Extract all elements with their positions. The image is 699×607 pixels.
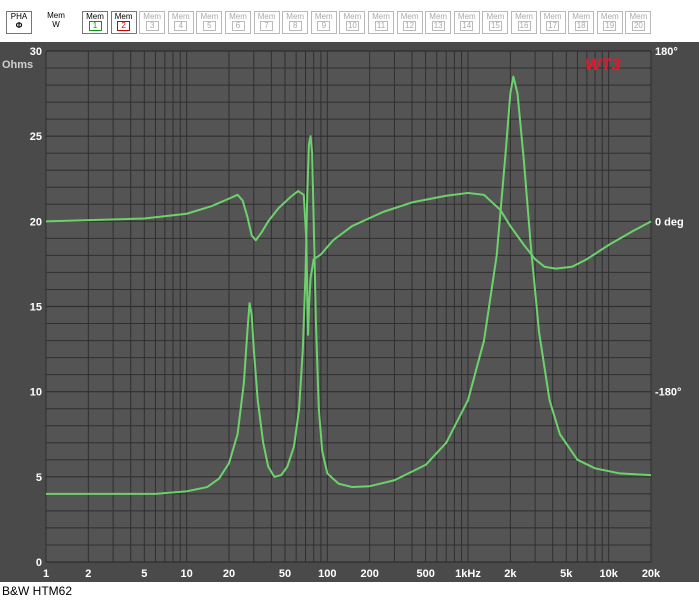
memory-slot-button-9[interactable]: Mem 9 (310, 11, 337, 34)
memory-slot-number: 11 (374, 21, 388, 31)
memory-slot-label: Mem (257, 12, 276, 21)
memory-slot-number: 1 (88, 21, 102, 31)
memory-slot-label: Mem (171, 12, 190, 21)
memory-slot-number: 2 (117, 21, 131, 31)
y-tick-label: 5 (36, 472, 42, 484)
memory-slot-label: Mem (429, 12, 448, 21)
y-tick-label: 15 (30, 302, 42, 314)
memory-slot-label: Mem (543, 12, 562, 21)
memory-slot-button-17[interactable]: Mem 17 (539, 11, 566, 34)
x-tick-label: 1kHz (455, 568, 481, 580)
memory-slot-number: 5 (202, 21, 216, 31)
phase-tick-label: 180° (655, 46, 678, 58)
memory-slot-number: 4 (174, 21, 188, 31)
memory-slot-button-12[interactable]: Mem 12 (396, 11, 423, 34)
phase-tick-label: 0 deg (655, 216, 684, 228)
x-tick-label: 20k (642, 568, 661, 580)
y-tick-label: 20 (30, 216, 42, 228)
memory-slot-number: 20 (631, 21, 645, 31)
y-tick-label: 25 (30, 131, 42, 143)
wt3-logo: WT3 (585, 55, 621, 74)
memory-slot-label: Mem (486, 12, 505, 21)
memory-slot-label: Mem (372, 12, 390, 21)
memory-slot-button-20[interactable]: Mem 20 (625, 11, 652, 34)
y-axis-unit-label: Ohms (2, 59, 33, 71)
memory-slot-number: 8 (288, 21, 302, 31)
memory-slot-button-3[interactable]: Mem 3 (139, 11, 166, 34)
memory-slot-button-4[interactable]: Mem 4 (167, 11, 194, 34)
x-tick-label: 1 (43, 568, 49, 580)
device-caption: B&W HTM62 (2, 584, 73, 598)
memory-slot-button-7[interactable]: Mem 7 (253, 11, 280, 34)
phase-tick-label: -180° (655, 387, 681, 399)
memory-slot-button-11[interactable]: Mem 11 (368, 11, 394, 34)
memory-slot-number: 15 (488, 21, 502, 31)
memory-slot-label: Mem (229, 12, 247, 21)
phi-icon: Φ (15, 21, 23, 30)
impedance-phase-chart: 1 2 5 10 20 50 100 200 500 1kHz 2k 5k 10k 20k05101520… (0, 42, 699, 582)
memory-slot-button-16[interactable]: Mem 16 (511, 11, 537, 34)
memory-slot-label: Mem (143, 12, 162, 21)
memory-slot-label: Mem (286, 12, 305, 21)
phase-button-label: PHA (10, 12, 28, 21)
memory-write-sub: W (52, 20, 60, 29)
y-tick-label: 0 (36, 557, 42, 569)
x-tick-label: 100 (318, 568, 336, 580)
memory-slot-button-15[interactable]: Mem 15 (482, 11, 509, 34)
x-tick-label: 500 (416, 568, 434, 580)
memory-slot-label: Mem (200, 12, 219, 21)
memory-write-label: Mem (47, 11, 65, 20)
memory-slot-button-14[interactable]: Mem 14 (453, 11, 480, 34)
memory-slot-number: 19 (603, 21, 617, 31)
memory-slot-button-13[interactable]: Mem 13 (425, 11, 452, 34)
memory-slot-number: 18 (574, 21, 588, 31)
memory-slot-number: 9 (317, 21, 331, 31)
x-tick-label: 5 (141, 568, 147, 580)
x-tick-label: 5k (560, 568, 573, 580)
memory-slot-number: 12 (403, 21, 417, 31)
memory-slot-number: 6 (231, 21, 245, 31)
y-tick-label: 10 (30, 387, 42, 399)
memory-slot-number: 3 (145, 21, 159, 31)
memory-slot-button-18[interactable]: Mem 18 (568, 11, 595, 34)
memory-slot-number: 17 (546, 21, 560, 31)
memory-slot-label: Mem (314, 12, 333, 21)
memory-slot-number: 10 (345, 21, 359, 31)
memory-slot-number: 13 (431, 21, 445, 31)
x-tick-label: 2k (504, 568, 517, 580)
memory-slot-number: 7 (260, 21, 274, 31)
memory-slot-button-19[interactable]: Mem 19 (596, 11, 623, 34)
memory-slot-button-5[interactable]: Mem 5 (196, 11, 223, 34)
x-tick-label: 200 (360, 568, 378, 580)
memory-slot-label: Mem (400, 12, 419, 21)
memory-slot-label: Mem (457, 12, 476, 21)
memory-slot-label: Mem (343, 12, 362, 21)
memory-slot-label: Mem (572, 12, 591, 21)
memory-slot-number: 14 (460, 21, 474, 31)
memory-write-button[interactable]: Mem W (42, 11, 70, 34)
memory-slot-label: Mem (600, 12, 619, 21)
memory-slot-button-10[interactable]: Mem 10 (339, 11, 366, 34)
x-tick-label: 10 (181, 568, 193, 580)
y-tick-label: 30 (30, 46, 42, 58)
memory-slot-button-2[interactable]: Mem 2 (110, 11, 137, 34)
memory-slot-button-8[interactable]: Mem 8 (282, 11, 309, 34)
toolbar: PHA Φ Mem W Mem 1 Mem 2 Mem 3 Mem 4 Mem 5 Mem 6 Mem 7… (0, 0, 699, 42)
x-tick-label: 20 (223, 568, 235, 580)
phase-toggle-button[interactable]: PHA Φ (6, 11, 32, 34)
memory-slot-label: Mem (515, 12, 533, 21)
x-tick-label: 50 (279, 568, 291, 580)
memory-slot-label: Mem (86, 12, 104, 21)
x-tick-label: 10k (599, 568, 618, 580)
memory-slot-label: Mem (629, 12, 648, 21)
memory-slot-label: Mem (114, 12, 133, 21)
x-tick-label: 2 (85, 568, 91, 580)
memory-slot-number: 16 (517, 21, 531, 31)
memory-slot-button-1[interactable]: Mem 1 (82, 11, 108, 34)
memory-slot-button-6[interactable]: Mem 6 (225, 11, 251, 34)
